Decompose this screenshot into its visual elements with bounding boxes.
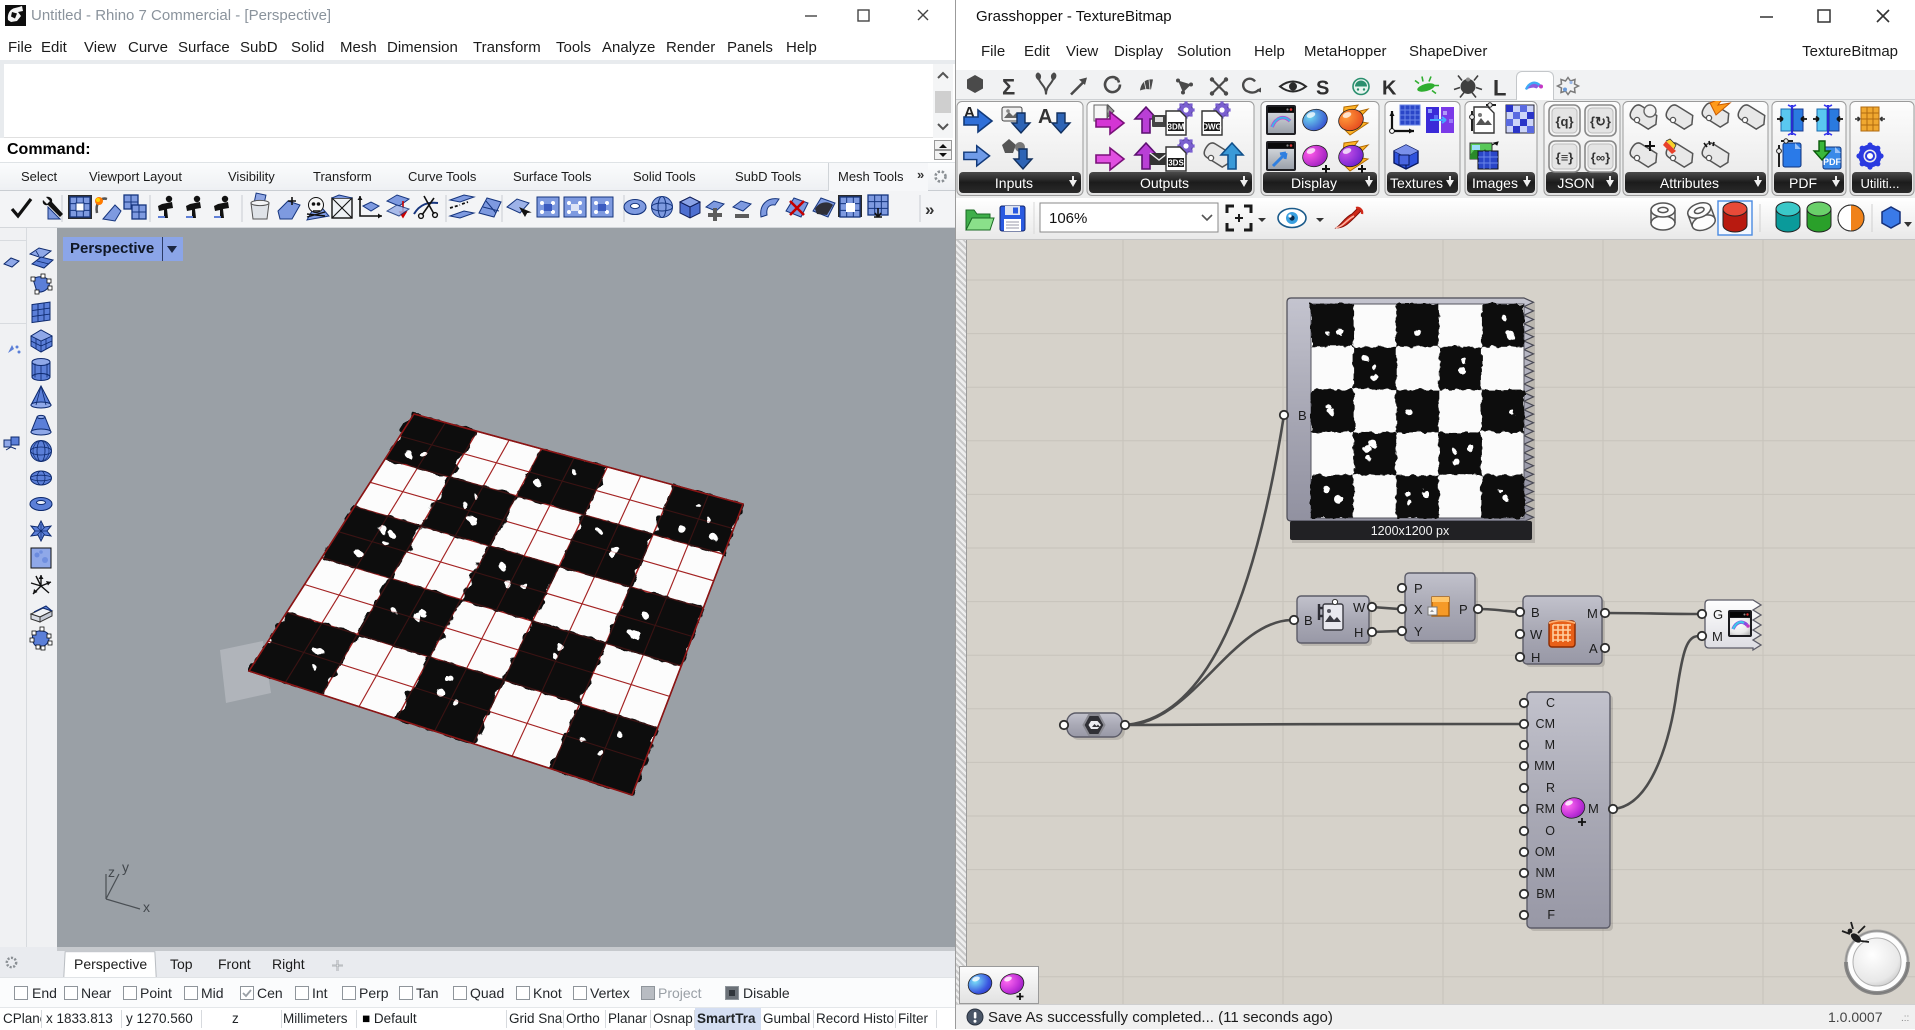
svg-text:P: P	[1459, 602, 1468, 617]
svg-text:Display: Display	[1291, 175, 1337, 191]
svg-text:Attributes: Attributes	[1660, 175, 1719, 191]
svg-text:PDF: PDF	[1823, 157, 1842, 167]
svg-text:JSON: JSON	[1557, 175, 1594, 191]
svg-text:W: W	[1353, 600, 1366, 615]
svg-text:M: M	[1587, 606, 1598, 621]
svg-text:G: G	[1713, 607, 1723, 622]
svg-text:3DM: 3DM	[1168, 123, 1185, 132]
svg-text:RM: RM	[1536, 802, 1555, 816]
svg-text:PDF: PDF	[1789, 175, 1817, 191]
svg-text:H: H	[1531, 650, 1540, 665]
svg-text:F: F	[1547, 908, 1555, 922]
svg-text:X: X	[1414, 602, 1423, 617]
svg-text:Images: Images	[1472, 175, 1518, 191]
svg-text:OM: OM	[1535, 845, 1555, 859]
svg-text:A: A	[1589, 641, 1598, 656]
svg-text:CM: CM	[1536, 717, 1555, 731]
svg-text:R: R	[1546, 781, 1555, 795]
svg-text:O: O	[1545, 824, 1555, 838]
svg-text:Inputs: Inputs	[995, 175, 1033, 191]
svg-text:»: »	[925, 200, 934, 219]
svg-text:3DS: 3DS	[1168, 159, 1184, 168]
svg-text:106%: 106%	[1049, 210, 1087, 227]
svg-text:B: B	[1298, 408, 1307, 423]
svg-text:BM: BM	[1536, 887, 1555, 901]
svg-text:Σ: Σ	[1002, 75, 1015, 100]
svg-text:M: M	[1545, 738, 1555, 752]
svg-text:Y: Y	[1414, 624, 1423, 639]
svg-text:A: A	[1038, 106, 1052, 128]
svg-text:1200x1200 px: 1200x1200 px	[1371, 524, 1450, 538]
svg-text:z: z	[108, 864, 115, 880]
svg-text:Textures: Textures	[1390, 175, 1443, 191]
svg-text:S: S	[1316, 78, 1329, 100]
svg-text:{≡}: {≡}	[1556, 150, 1574, 165]
svg-text:{q}: {q}	[1555, 114, 1573, 129]
svg-text:P: P	[1414, 581, 1423, 596]
svg-text:Outputs: Outputs	[1140, 175, 1189, 191]
svg-text:K: K	[1382, 78, 1397, 100]
svg-text:x: x	[143, 899, 150, 915]
svg-text:C: C	[1546, 696, 1555, 710]
svg-text:DWG: DWG	[1202, 123, 1222, 132]
svg-text:{∞}: {∞}	[1591, 150, 1610, 165]
svg-text:B: B	[1531, 605, 1540, 620]
svg-text:MM: MM	[1534, 759, 1555, 773]
svg-text:Utiliti...: Utiliti...	[1861, 176, 1900, 191]
svg-text:NM: NM	[1536, 866, 1555, 880]
svg-text:{↻}: {↻}	[1590, 114, 1611, 129]
svg-text:W: W	[1530, 627, 1543, 642]
svg-text:M: M	[1712, 629, 1723, 644]
svg-text:H: H	[1354, 625, 1363, 640]
svg-text:L: L	[1493, 76, 1506, 101]
svg-text:M: M	[1588, 801, 1599, 816]
svg-text:y: y	[122, 859, 129, 875]
svg-text:B: B	[1304, 613, 1313, 628]
